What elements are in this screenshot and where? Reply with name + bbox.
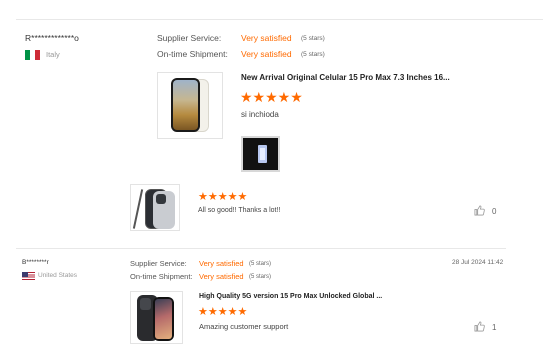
- helpful-count: 0: [492, 207, 497, 216]
- shipment-stars: (5 stars): [301, 51, 325, 58]
- thumbs-up-icon: [474, 321, 485, 334]
- supplier-service-stars: (5 stars): [249, 261, 272, 267]
- review-comment: Amazing customer support: [199, 322, 289, 331]
- product-title[interactable]: New Arrival Original Celular 15 Pro Max …: [241, 73, 450, 82]
- top-divider: [16, 19, 543, 20]
- reviewer-country: United States: [38, 272, 78, 279]
- shipment-label: On-time Shipment:: [157, 49, 228, 59]
- supplier-service-row: Supplier Service:: [157, 33, 221, 43]
- review-photo[interactable]: [241, 136, 280, 172]
- reviewer-name: B********r: [22, 259, 49, 266]
- supplier-service-value: Very satisfied: [199, 259, 244, 268]
- followup-product-image[interactable]: [130, 184, 180, 231]
- followup-rating-stars: ★★★★★: [198, 191, 248, 203]
- reviewer-name: R*************o: [25, 33, 79, 43]
- flag-us-icon: [22, 272, 35, 280]
- shipment-value: Very satisfied: [241, 49, 292, 59]
- helpful-button[interactable]: 0: [474, 205, 496, 218]
- helpful-button[interactable]: 1: [474, 321, 496, 334]
- product-image[interactable]: [157, 72, 223, 139]
- helpful-count: 1: [492, 323, 497, 332]
- supplier-service-label: Supplier Service:: [157, 33, 222, 43]
- review-date: 28 Jul 2024 11:42: [452, 259, 504, 266]
- stylus: [132, 189, 144, 229]
- shipment-value: Very satisfied: [199, 272, 244, 281]
- review-divider: [16, 248, 506, 249]
- followup-comment: All so good!! Thanks a lot!!: [198, 207, 281, 214]
- shipment-stars: (5 stars): [249, 274, 272, 280]
- review-comment: si inchioda: [241, 110, 279, 119]
- product-image[interactable]: [130, 291, 183, 344]
- product-title[interactable]: High Quality 5G version 15 Pro Max Unloc…: [199, 293, 382, 300]
- thumbs-up-icon: [474, 205, 485, 218]
- shipment-label: On-time Shipment:: [130, 272, 193, 281]
- supplier-service-label: Supplier Service:: [130, 259, 187, 268]
- supplier-service-value: Very satisfied: [241, 33, 292, 43]
- rating-stars: ★★★★★: [240, 89, 303, 105]
- reviewer-country: Italy: [46, 50, 60, 59]
- phone-front: [171, 78, 200, 132]
- supplier-service-stars: (5 stars): [301, 35, 325, 42]
- rating-stars: ★★★★★: [198, 306, 248, 318]
- flag-italy-icon: [25, 50, 40, 60]
